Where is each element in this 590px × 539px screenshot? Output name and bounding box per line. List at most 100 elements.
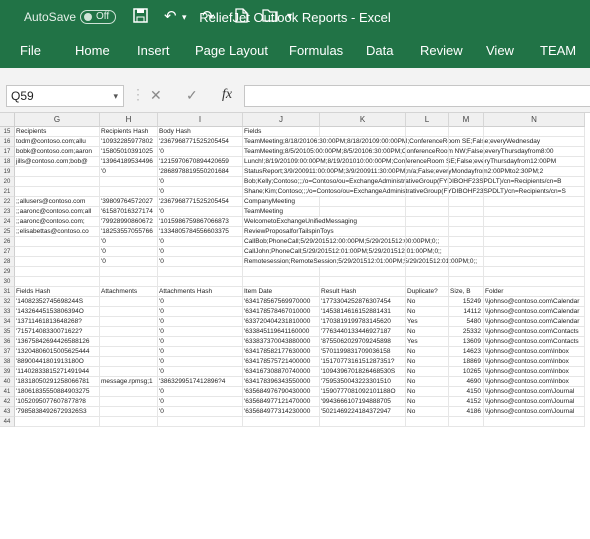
cell-j43[interactable]: '635684977314230000 (243, 407, 320, 417)
cell-g28[interactable] (15, 257, 100, 267)
cell-h39[interactable] (100, 367, 158, 377)
cell-g44[interactable] (15, 417, 100, 427)
cell-h22[interactable]: '39809764572027 (100, 197, 158, 207)
cell-m37[interactable]: 14623 (449, 347, 484, 357)
cell-l43[interactable]: No (406, 407, 449, 417)
cell-h17[interactable]: '15805010391025 (100, 147, 158, 157)
cell-i28[interactable]: '0 (158, 257, 243, 267)
cell-l15[interactable] (406, 127, 449, 137)
row-header[interactable]: 30 (0, 277, 15, 287)
cell-k35[interactable]: '7763440133446927187 (320, 327, 406, 337)
tab-file[interactable]: File (20, 43, 41, 58)
cell-g38[interactable]: '88900441801913180O (15, 357, 100, 367)
row-header[interactable]: 21 (0, 187, 15, 197)
cell-n27[interactable] (484, 247, 585, 257)
cell-i16[interactable]: '2367968771525205454 (158, 137, 243, 147)
cell-i15[interactable]: Body Hash (158, 127, 243, 137)
cell-n44[interactable] (484, 417, 585, 427)
cell-g33[interactable]: '14326445153806394O (15, 307, 100, 317)
cell-j40[interactable]: '634178396343550000 (243, 377, 320, 387)
cell-l23[interactable] (406, 207, 449, 217)
cell-g24[interactable]: ;;aaronc@contoso.com; (15, 217, 100, 227)
cell-j32[interactable]: '634178567569970000 (243, 297, 320, 307)
cell-l30[interactable] (406, 277, 449, 287)
row-header[interactable]: 31 (0, 287, 15, 297)
cell-j25[interactable]: ReviewProposalforTailspinToys (243, 227, 334, 237)
cell-h29[interactable] (100, 267, 158, 277)
cell-n22[interactable] (484, 197, 585, 207)
row-header[interactable]: 28 (0, 257, 15, 267)
cell-m17[interactable] (449, 147, 484, 157)
cell-i23[interactable]: '0 (158, 207, 243, 217)
cell-k28[interactable] (320, 257, 406, 267)
cell-j30[interactable] (243, 277, 320, 287)
cell-m20[interactable] (449, 177, 484, 187)
cell-m40[interactable]: 4690 (449, 377, 484, 387)
cell-l44[interactable] (406, 417, 449, 427)
cell-n32[interactable]: \\johnso@contoso.com\Calendar (484, 297, 585, 307)
cell-n25[interactable] (484, 227, 585, 237)
cell-i36[interactable]: '0 (158, 337, 243, 347)
cell-m25[interactable] (449, 227, 484, 237)
cell-j38[interactable]: '634178575721400000 (243, 357, 320, 367)
cell-k37[interactable]: '5701199831709036158 (320, 347, 406, 357)
cell-g19[interactable] (15, 167, 100, 177)
cell-g36[interactable]: '13675842694426588126 (15, 337, 100, 347)
cell-i27[interactable]: '0 (158, 247, 243, 257)
cell-h24[interactable]: '79928990860672 (100, 217, 158, 227)
cell-k36[interactable]: '8755062029709245898 (320, 337, 406, 347)
cell-g43[interactable]: '79858384926729326S3 (15, 407, 100, 417)
cell-i34[interactable]: '0 (158, 317, 243, 327)
cell-i30[interactable] (158, 277, 243, 287)
cell-i22[interactable]: '2367968771525205454 (158, 197, 243, 207)
cancel-icon[interactable]: ✕ (150, 87, 162, 104)
cell-n41[interactable]: \\johnso@contoso.com\Journal (484, 387, 585, 397)
enter-icon[interactable]: ✓ (186, 87, 198, 104)
cell-j41[interactable]: '635684976790430000 (243, 387, 320, 397)
cell-j19[interactable]: StatusReport;3/9/200911:00:00PM;3/9/2009… (243, 167, 543, 177)
select-all-corner[interactable] (0, 113, 15, 127)
cell-g26[interactable] (15, 237, 100, 247)
cell-l40[interactable]: No (406, 377, 449, 387)
cell-h31[interactable]: Attachments (100, 287, 158, 297)
cell-l19[interactable] (406, 167, 449, 177)
cell-h32[interactable] (100, 297, 158, 307)
cell-i41[interactable]: '0 (158, 387, 243, 397)
row-header[interactable]: 16 (0, 137, 15, 147)
cell-l37[interactable]: No (406, 347, 449, 357)
row-header[interactable]: 20 (0, 177, 15, 187)
row-header[interactable]: 40 (0, 377, 15, 387)
cell-n28[interactable] (484, 257, 585, 267)
cell-l28[interactable] (406, 257, 449, 267)
cell-h18[interactable]: '13964189534496 (100, 157, 158, 167)
cell-l26[interactable] (406, 237, 449, 247)
cell-i26[interactable]: '0 (158, 237, 243, 247)
cell-h21[interactable] (100, 187, 158, 197)
cell-j36[interactable]: '633837370043880000 (243, 337, 320, 347)
cell-h20[interactable] (100, 177, 158, 187)
cell-i24[interactable]: '1015986759867066873 (158, 217, 243, 227)
cell-l39[interactable]: No (406, 367, 449, 377)
cell-k31[interactable]: Result Hash (320, 287, 406, 297)
cell-h38[interactable] (100, 357, 158, 367)
cell-g34[interactable]: '13711461813648268? (15, 317, 100, 327)
row-header[interactable]: 33 (0, 307, 15, 317)
row-header[interactable]: 25 (0, 227, 15, 237)
cell-m42[interactable]: 4152 (449, 397, 484, 407)
cell-k39[interactable]: '1094396701826468530S (320, 367, 406, 377)
cell-j31[interactable]: Item Date (243, 287, 320, 297)
cell-g20[interactable] (15, 177, 100, 187)
cell-g21[interactable] (15, 187, 100, 197)
cell-n15[interactable] (484, 127, 585, 137)
column-header-i[interactable]: I (158, 113, 243, 127)
row-header[interactable]: 24 (0, 217, 15, 227)
cell-k17[interactable] (320, 147, 406, 157)
cell-h42[interactable] (100, 397, 158, 407)
row-header[interactable]: 34 (0, 317, 15, 327)
cell-j44[interactable] (243, 417, 320, 427)
cell-h44[interactable] (100, 417, 158, 427)
cell-g37[interactable]: '13204806015005625444 (15, 347, 100, 357)
row-header[interactable]: 35 (0, 327, 15, 337)
cell-k15[interactable] (320, 127, 406, 137)
cell-i40[interactable]: '3863299517412896?4 (158, 377, 243, 387)
